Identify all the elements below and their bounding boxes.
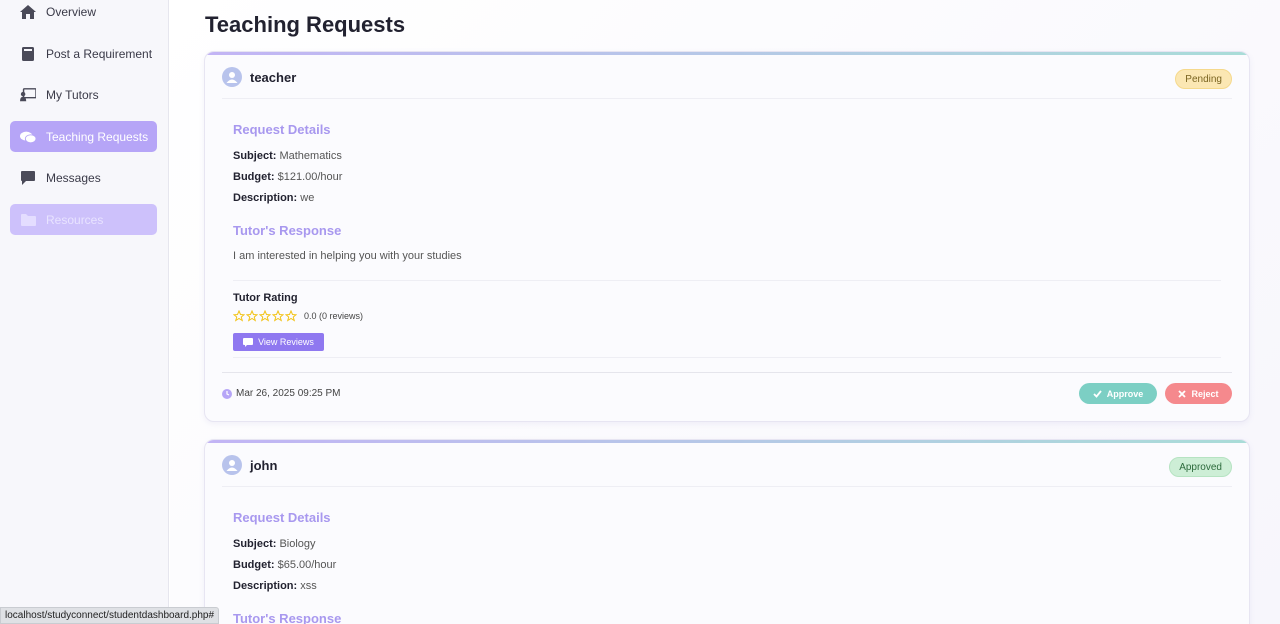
subject-value: Mathematics [279, 150, 342, 162]
view-reviews-label: View Reviews [258, 337, 314, 347]
request-card: john Approved Request Details Subject: B… [204, 439, 1250, 624]
subject-value: Biology [279, 538, 316, 550]
username: john [250, 457, 278, 473]
sidebar-item-my-tutors[interactable]: My Tutors [10, 79, 157, 110]
card-header: teacher Pending [222, 66, 1232, 99]
request-details-section: Request Details Subject: Biology Budget:… [233, 510, 1221, 592]
request-details-section: Request Details Subject: Mathematics Bud… [233, 122, 1221, 204]
subject-label: Subject: [233, 150, 277, 162]
reject-button[interactable]: Reject [1165, 383, 1232, 404]
message-icon [20, 170, 36, 186]
username: teacher [250, 69, 297, 85]
star-rating [233, 310, 297, 322]
section-heading: Tutor's Response [233, 611, 342, 624]
card-header: john Approved [222, 454, 1232, 487]
page-title: Teaching Requests [205, 12, 406, 37]
main-content: Teaching Requests teacher Pending Reques… [170, 0, 1280, 624]
budget-value: $65.00/hour [277, 559, 337, 571]
sidebar-item-teaching-requests[interactable]: Teaching Requests [10, 121, 157, 152]
rating-row: 0.0 (0 reviews) [233, 310, 363, 322]
rating-heading: Tutor Rating [233, 292, 298, 304]
browser-status-url: localhost/studyconnect/studentdashboard.… [0, 607, 220, 624]
rating-text: 0.0 (0 reviews) [304, 311, 364, 321]
tutor-response-section: Tutor's Response [233, 611, 1221, 624]
subject-row: Subject: Mathematics [233, 150, 1221, 162]
approve-button[interactable]: Approve [1079, 383, 1157, 404]
description-row: Description: we [233, 192, 1221, 204]
chalkboard-teacher-icon [20, 87, 36, 103]
tutor-rating-section: Tutor Rating 0.0 (0 reviews) View Review… [233, 280, 1221, 358]
sidebar: Overview Post a Requirement My Tutors Te… [0, 0, 169, 624]
sidebar-item-label: Teaching Requests [46, 129, 149, 144]
star-icon [246, 310, 258, 322]
tutor-response-section: Tutor's Response I am interested in help… [233, 223, 1221, 262]
comments-icon [20, 129, 36, 145]
description-label: Description: [233, 192, 298, 204]
status-badge: Approved [1169, 457, 1232, 477]
comment-icon [243, 337, 254, 347]
timestamp-text: Mar 26, 2025 09:25 PM [236, 388, 341, 399]
request-card: teacher Pending Request Details Subject:… [204, 51, 1250, 422]
star-icon [285, 310, 297, 322]
tutor-response-text: I am interested in helping you with your… [233, 250, 462, 262]
sidebar-item-label: Overview [46, 4, 97, 19]
budget-row: Budget: $65.00/hour [233, 559, 1221, 571]
sidebar-item-label: My Tutors [46, 87, 99, 102]
sidebar-item-label: Resources [46, 212, 104, 227]
folder-icon [20, 212, 36, 228]
clock-icon [222, 388, 232, 399]
subject-row: Subject: Biology [233, 538, 1221, 550]
card-footer: Mar 26, 2025 09:25 PM Approve Reject [222, 372, 1232, 421]
book-icon [20, 46, 36, 62]
description-label: Description: [233, 580, 298, 592]
approve-label: Approve [1106, 388, 1144, 399]
description-row: Description: xss [233, 580, 1221, 592]
budget-value: $121.00/hour [277, 171, 343, 183]
close-icon [1178, 389, 1187, 398]
sidebar-item-resources[interactable]: Resources [10, 204, 157, 235]
description-value: we [300, 192, 315, 204]
sidebar-item-label: Post a Requirement [46, 46, 153, 61]
budget-row: Budget: $121.00/hour [233, 171, 1221, 183]
check-icon [1093, 389, 1102, 398]
sidebar-item-overview[interactable]: Overview [10, 0, 157, 27]
user-avatar-icon [222, 455, 242, 475]
status-badge: Pending [1175, 69, 1232, 89]
view-reviews-button[interactable]: View Reviews [233, 333, 324, 351]
star-icon [259, 310, 271, 322]
star-icon [272, 310, 284, 322]
user-avatar-icon [222, 67, 242, 87]
home-icon [20, 4, 36, 20]
timestamp: Mar 26, 2025 09:25 PM [222, 388, 341, 399]
section-heading: Request Details [233, 122, 331, 137]
sidebar-item-label: Messages [46, 170, 101, 185]
reject-label: Reject [1191, 388, 1219, 399]
description-value: xss [300, 580, 317, 592]
subject-label: Subject: [233, 538, 277, 550]
sidebar-item-messages[interactable]: Messages [10, 162, 157, 193]
budget-label: Budget: [233, 171, 275, 183]
star-icon [233, 310, 245, 322]
sidebar-item-post-requirement[interactable]: Post a Requirement [10, 38, 157, 69]
section-heading: Request Details [233, 510, 331, 525]
section-heading: Tutor's Response [233, 223, 342, 238]
budget-label: Budget: [233, 559, 275, 571]
